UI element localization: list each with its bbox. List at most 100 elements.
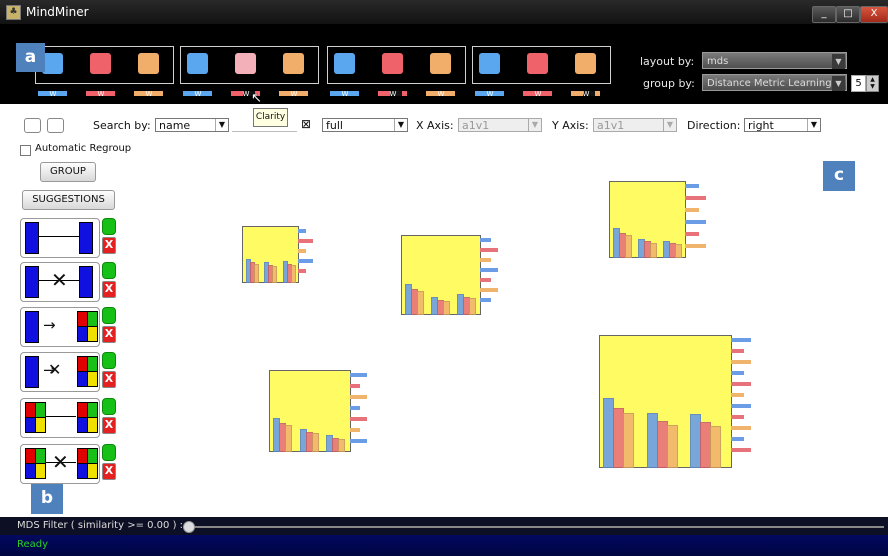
reject-suggestion-button[interactable]: X bbox=[102, 371, 116, 388]
group-glyph[interactable] bbox=[269, 370, 351, 452]
group-count-spinner[interactable]: ▲ ▼ bbox=[866, 75, 879, 92]
cross-mark: ✕ bbox=[52, 450, 69, 474]
group-glyph[interactable] bbox=[401, 235, 481, 315]
window-title: MindMiner bbox=[26, 5, 89, 19]
bar-mark bbox=[650, 243, 657, 258]
x-axis-select[interactable]: a1v1 ▼ bbox=[458, 118, 542, 132]
left-block bbox=[25, 222, 39, 254]
side-bar-mark bbox=[731, 393, 744, 397]
bar-mark bbox=[469, 298, 476, 315]
y-axis-value: a1v1 bbox=[597, 119, 625, 132]
mds-canvas[interactable] bbox=[130, 140, 888, 516]
mds-filter-slider-track[interactable] bbox=[184, 526, 884, 528]
criterion-2-3[interactable] bbox=[283, 53, 304, 74]
side-bar-mark bbox=[350, 417, 367, 421]
search-by-value: name bbox=[159, 119, 191, 132]
minimize-button[interactable]: _ bbox=[812, 6, 836, 23]
accept-suggestion-button[interactable] bbox=[102, 262, 116, 279]
criterion-3-1[interactable] bbox=[334, 53, 355, 74]
weight-label: W bbox=[145, 90, 153, 98]
side-bar-mark bbox=[731, 404, 751, 408]
criterion-4-2[interactable] bbox=[527, 53, 548, 74]
suggestions-button[interactable]: SUGGESTIONS bbox=[22, 190, 115, 210]
link-line bbox=[45, 416, 76, 417]
search-by-label: Search by: bbox=[93, 119, 151, 132]
chevron-down-icon: ▼ bbox=[528, 119, 541, 131]
side-bar-mark bbox=[480, 268, 498, 272]
criterion-3-3[interactable] bbox=[430, 53, 451, 74]
cannot-belong-icon[interactable]: → ✕ bbox=[20, 352, 100, 392]
group-glyph[interactable] bbox=[242, 226, 299, 283]
reject-suggestion-button[interactable]: X bbox=[102, 463, 116, 480]
search-by-select[interactable]: name ▼ bbox=[155, 118, 229, 132]
group-glyph[interactable] bbox=[599, 335, 732, 468]
group-glyph[interactable] bbox=[609, 181, 686, 258]
criterion-2-1[interactable] bbox=[187, 53, 208, 74]
accept-suggestion-button[interactable] bbox=[102, 398, 116, 415]
side-bar-mark bbox=[350, 439, 367, 443]
side-bar-mark bbox=[350, 373, 367, 377]
side-bar-mark bbox=[731, 371, 744, 375]
search-input[interactable] bbox=[232, 118, 297, 132]
reject-suggestion-button[interactable]: X bbox=[102, 237, 116, 254]
layout-by-select[interactable]: mds ▼ bbox=[702, 52, 847, 69]
y-axis-label: Y Axis: bbox=[552, 119, 589, 132]
quad-green bbox=[87, 448, 98, 464]
quad-yellow bbox=[87, 326, 98, 342]
criterion-1-1[interactable] bbox=[42, 53, 63, 74]
accept-suggestion-button[interactable] bbox=[102, 307, 116, 324]
dissimilar-groups-icon[interactable]: ✕ bbox=[20, 444, 100, 484]
cannot-link-icon[interactable]: ✕ bbox=[20, 262, 100, 302]
criterion-4-3[interactable] bbox=[575, 53, 596, 74]
automatic-regroup-checkbox[interactable] bbox=[20, 145, 31, 156]
must-belong-icon[interactable]: → bbox=[20, 307, 100, 347]
side-bar-mark bbox=[731, 448, 751, 452]
side-bar-mark bbox=[298, 229, 306, 233]
reject-suggestion-button[interactable]: X bbox=[102, 326, 116, 343]
accept-suggestion-button[interactable] bbox=[102, 352, 116, 369]
criterion-1-2[interactable] bbox=[90, 53, 111, 74]
side-bar-mark bbox=[685, 208, 699, 212]
reject-suggestion-button[interactable]: X bbox=[102, 417, 116, 434]
quad-yellow bbox=[87, 417, 98, 433]
side-bar-mark bbox=[480, 258, 491, 262]
view-mode-select[interactable]: full ▼ bbox=[322, 118, 408, 132]
y-axis-select[interactable]: a1v1 ▼ bbox=[593, 118, 677, 132]
clear-search-icon[interactable]: ⊠ bbox=[301, 117, 311, 131]
side-bar-mark bbox=[298, 249, 306, 253]
criterion-1-3[interactable] bbox=[138, 53, 159, 74]
direction-select[interactable]: right ▼ bbox=[744, 118, 821, 132]
mds-filter-bar: MDS Filter ( similarity >= 0.00 ) : bbox=[0, 517, 888, 535]
toggle-square-2[interactable] bbox=[47, 118, 64, 133]
group-count-input[interactable]: 5 bbox=[851, 75, 866, 92]
bar-mark bbox=[675, 244, 682, 258]
close-button[interactable]: X bbox=[860, 6, 888, 23]
reject-suggestion-button[interactable]: X bbox=[102, 281, 116, 298]
criterion-2-2[interactable] bbox=[235, 53, 256, 74]
side-bar-mark bbox=[480, 248, 498, 252]
group-by-label: group by: bbox=[643, 77, 695, 90]
similar-groups-icon[interactable] bbox=[20, 398, 100, 438]
side-bar-mark bbox=[350, 428, 360, 432]
criterion-3-2[interactable] bbox=[382, 53, 403, 74]
accept-suggestion-button[interactable] bbox=[102, 218, 116, 235]
toggle-square-1[interactable] bbox=[24, 118, 41, 133]
side-bar-mark bbox=[298, 259, 313, 263]
side-bar-mark bbox=[480, 278, 491, 282]
direction-label: Direction: bbox=[687, 119, 741, 132]
side-bar-mark bbox=[685, 196, 706, 200]
side-bar-mark bbox=[731, 382, 751, 386]
bar-mark bbox=[312, 433, 319, 452]
chevron-down-icon: ▼ bbox=[832, 54, 845, 69]
mds-filter-slider-thumb[interactable] bbox=[183, 521, 195, 533]
group-button[interactable]: GROUP bbox=[40, 162, 96, 182]
must-link-icon[interactable] bbox=[20, 218, 100, 258]
criterion-4-1[interactable] bbox=[479, 53, 500, 74]
bar-mark bbox=[625, 235, 632, 258]
maximize-button[interactable]: □ bbox=[836, 6, 860, 23]
group-by-select[interactable]: Distance Metric Learning ▼ bbox=[702, 74, 847, 91]
bar-mark bbox=[291, 265, 296, 283]
quad-yellow bbox=[35, 463, 46, 479]
accept-suggestion-button[interactable] bbox=[102, 444, 116, 461]
arrow-glyph: → bbox=[43, 316, 56, 334]
